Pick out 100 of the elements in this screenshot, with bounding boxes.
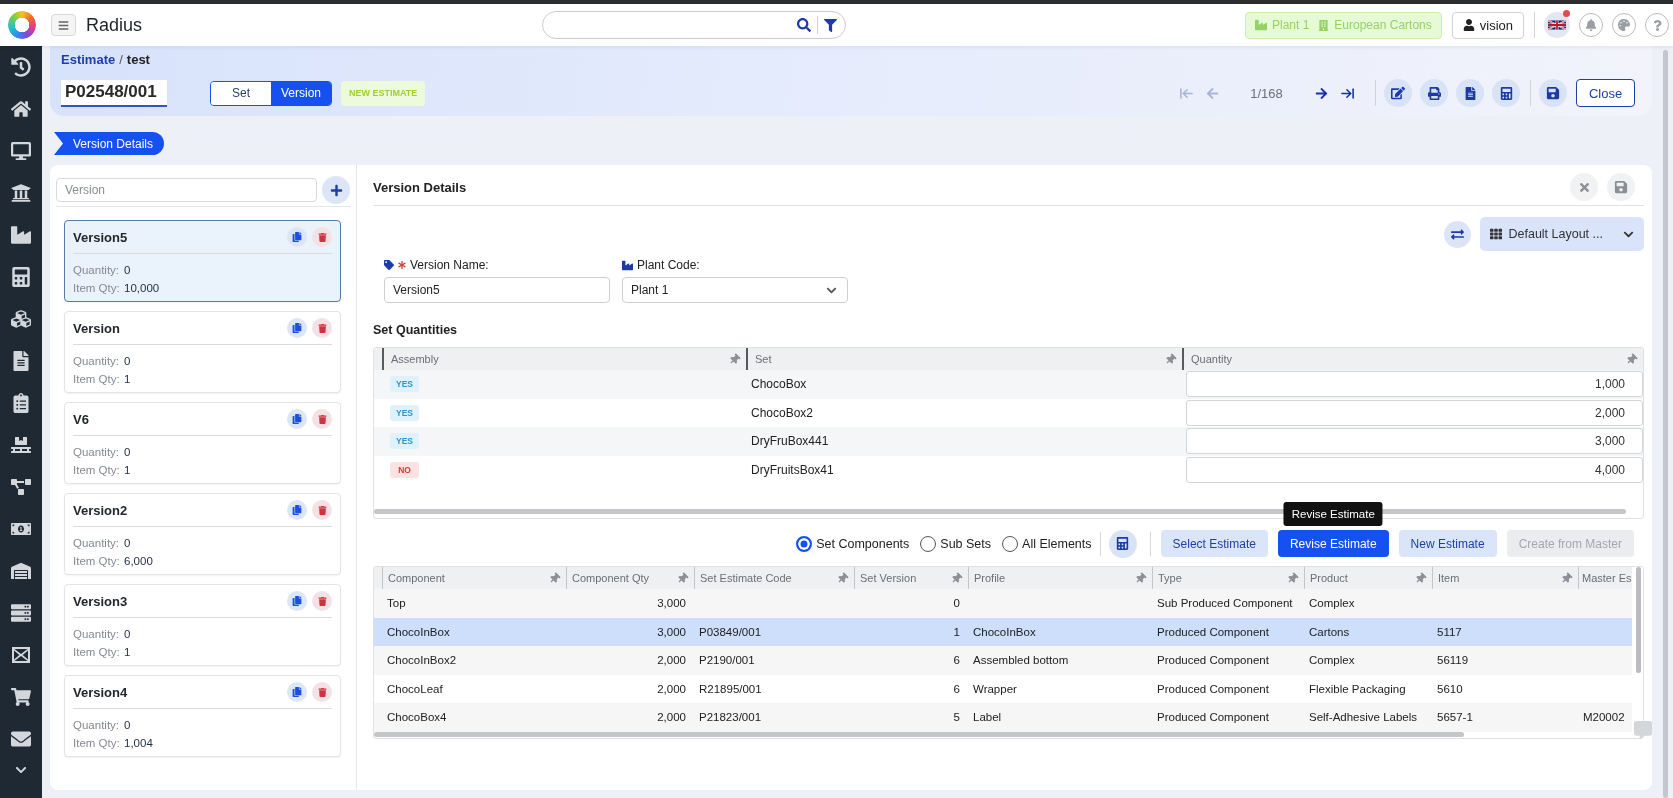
version-name-field[interactable]: Version5 <box>384 277 610 303</box>
mail-icon[interactable] <box>11 729 31 749</box>
version-card[interactable]: Version5 Quantity: 0 Item Qty: 10,000 <box>64 220 341 302</box>
bank-icon[interactable] <box>11 183 31 203</box>
copy-button[interactable] <box>287 500 307 520</box>
version-card[interactable]: Version3 Quantity: 0 Item Qty: 1 <box>64 584 341 666</box>
calculator-icon[interactable] <box>11 267 31 287</box>
delete-button[interactable] <box>312 318 332 338</box>
column-header[interactable]: Component Qty <box>572 572 650 584</box>
cart-icon[interactable] <box>11 687 31 707</box>
quantity-field[interactable]: 3,000 <box>1186 428 1643 455</box>
column-header[interactable]: Profile <box>974 572 1006 584</box>
copy-button[interactable] <box>287 227 307 247</box>
calculator-button[interactable] <box>1108 529 1137 558</box>
column-header[interactable]: Assembly <box>391 353 439 365</box>
clipboard-icon[interactable] <box>11 393 31 413</box>
radio-button[interactable] <box>1002 535 1019 552</box>
edit-button[interactable] <box>1384 79 1412 107</box>
trash-icon <box>317 687 327 697</box>
menu-button[interactable] <box>51 14 76 36</box>
copy-button[interactable] <box>287 409 307 429</box>
close-button[interactable] <box>1570 173 1598 201</box>
cubes-icon[interactable] <box>11 309 31 329</box>
action-button[interactable]: New Estimate <box>1398 530 1497 557</box>
network-icon[interactable] <box>11 477 31 497</box>
x-box-icon[interactable] <box>11 645 31 665</box>
column-header[interactable]: Quantity <box>1191 353 1232 365</box>
warehouse-icon[interactable] <box>11 561 31 581</box>
delete-button[interactable] <box>312 409 332 429</box>
history-icon[interactable] <box>11 57 31 77</box>
document-icon[interactable] <box>11 351 31 371</box>
version-card[interactable]: Version4 Quantity: 0 Item Qty: 1,004 <box>64 675 341 757</box>
section-tab[interactable]: Version Details <box>54 132 164 155</box>
version-card[interactable]: Version2 Quantity: 0 Item Qty: 6,000 <box>64 493 341 575</box>
radio-label[interactable]: All Elements <box>1022 536 1092 551</box>
help-button[interactable] <box>1645 13 1669 37</box>
trash-icon <box>317 505 327 515</box>
radio-label[interactable]: Set Components <box>816 536 910 551</box>
action-button[interactable]: Select Estimate <box>1160 530 1268 557</box>
plant-code-select[interactable]: Plant 1 <box>622 277 848 303</box>
action-button[interactable]: Revise Estimate <box>1277 530 1389 557</box>
layout-select[interactable]: Default Layout ... <box>1480 217 1644 251</box>
column-header[interactable]: Product <box>1310 572 1348 584</box>
monitor-icon[interactable] <box>11 141 31 161</box>
delete-button[interactable] <box>312 227 332 247</box>
radio-button[interactable] <box>920 535 937 552</box>
table-row[interactable]: ChocoInBox2 2,000 P2190/001 6 Assembled bottom Produced Component Complex 56119 <box>374 646 1632 675</box>
column-header[interactable]: Set Version <box>860 572 917 584</box>
swap-button[interactable] <box>1444 220 1472 248</box>
table-cell-text: ChocoBox4 <box>386 711 448 724</box>
filter-icon[interactable] <box>824 18 837 32</box>
mode-tab[interactable]: Version <box>271 81 331 105</box>
version-card[interactable]: V6 Quantity: 0 Item Qty: 1 <box>64 402 341 484</box>
search-icon[interactable] <box>797 18 811 32</box>
radio-button[interactable] <box>796 535 813 552</box>
column-header[interactable]: Component <box>388 572 445 584</box>
server-icon[interactable] <box>11 603 31 623</box>
column-header[interactable]: Set Estimate Code <box>700 572 792 584</box>
copy-button[interactable] <box>287 682 307 702</box>
quantity-field[interactable]: 2,000 <box>1186 399 1643 426</box>
copy-button[interactable] <box>287 591 307 611</box>
radio-label[interactable]: Sub Sets <box>940 536 992 551</box>
copy-button[interactable] <box>287 318 307 338</box>
mode-tab[interactable]: Set <box>211 81 271 105</box>
table-row[interactable]: ChocoInBox 3,000 P03849/001 1 ChocoInBox Produced Component Cartons 5117 <box>374 617 1632 646</box>
column-header[interactable]: Type <box>1158 572 1182 584</box>
save-button[interactable] <box>1539 79 1567 107</box>
delete-button[interactable] <box>312 682 332 702</box>
close-button[interactable]: Close <box>1576 79 1635 107</box>
quantity-field[interactable]: 1,000 <box>1186 371 1643 398</box>
estimate-code-field[interactable]: P02548/001 <box>61 79 167 107</box>
theme-button[interactable] <box>1612 13 1636 37</box>
quantity-field[interactable]: 4,000 <box>1186 456 1643 483</box>
column-header[interactable]: Item <box>1438 572 1460 584</box>
table-cell-text: 2,000 <box>656 682 687 695</box>
table-row[interactable]: Top 3,000 0 Sub Produced Component Complex <box>374 589 1632 618</box>
help-icon <box>1651 19 1663 31</box>
version-card[interactable]: Version Quantity: 0 Item Qty: 1 <box>64 311 341 393</box>
chevron-down-icon[interactable] <box>15 764 27 776</box>
table-row[interactable]: ChocoBox4 2,000 P21823/001 5 Label Produced Component Self-Adhesive Labels 5657-1 M20002 <box>374 703 1632 732</box>
mode-toggle[interactable]: Set Version <box>210 80 332 106</box>
search-field[interactable] <box>542 11 846 39</box>
page-scrollbar[interactable] <box>1663 50 1668 798</box>
language-button[interactable] <box>1544 12 1570 38</box>
delete-button[interactable] <box>312 500 332 520</box>
horizontal-scrollbar[interactable] <box>374 731 1464 737</box>
notifications-button[interactable] <box>1579 13 1603 37</box>
vertical-scrollbar[interactable] <box>1636 567 1641 673</box>
column-header[interactable]: Master Es <box>1582 572 1632 584</box>
print-button[interactable] <box>1420 79 1448 107</box>
pallet-icon[interactable] <box>11 435 31 455</box>
document-button[interactable] <box>1456 79 1484 107</box>
column-header[interactable]: Set <box>755 353 772 365</box>
home-icon[interactable] <box>11 99 31 119</box>
add-button[interactable] <box>322 176 350 204</box>
user-button[interactable]: vision <box>1451 11 1524 39</box>
calculator-button[interactable] <box>1492 79 1520 107</box>
factory-icon[interactable] <box>11 225 31 245</box>
delete-button[interactable] <box>312 591 332 611</box>
breadcrumb-link[interactable]: Estimate <box>61 51 116 67</box>
